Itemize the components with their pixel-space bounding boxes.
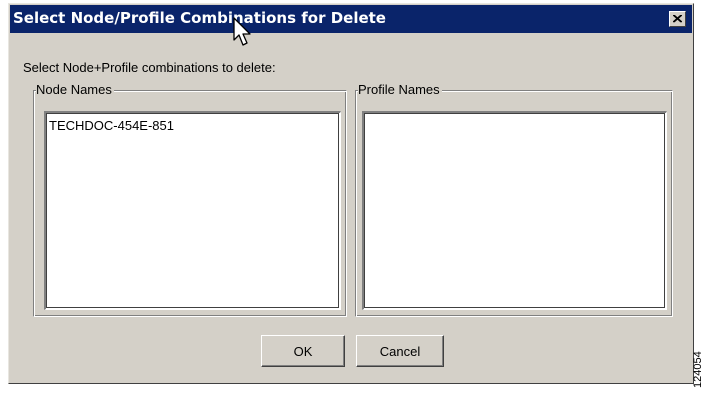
- title-bar[interactable]: Select Node/Profile Combinations for Del…: [10, 5, 692, 33]
- profile-names-group: Profile Names: [355, 82, 673, 317]
- profile-names-label: Profile Names: [358, 82, 442, 98]
- list-item[interactable]: TECHDOC-454E-851: [46, 113, 340, 133]
- select-node-profile-dialog: Select Node/Profile Combinations for Del…: [8, 3, 694, 384]
- close-icon: [673, 15, 682, 23]
- figure-code: 124054: [692, 351, 704, 388]
- node-names-list[interactable]: TECHDOC-454E-851: [44, 111, 341, 310]
- profile-names-list[interactable]: [362, 111, 667, 310]
- ok-button[interactable]: OK: [261, 335, 345, 367]
- cancel-button[interactable]: Cancel: [356, 335, 444, 367]
- instruction-text: Select Node+Profile combinations to dele…: [23, 60, 276, 75]
- dialog-title: Select Node/Profile Combinations for Del…: [13, 9, 386, 27]
- node-names-group: Node Names TECHDOC-454E-851: [33, 82, 347, 317]
- mouse-pointer-icon: [233, 17, 251, 46]
- close-button[interactable]: [669, 11, 686, 27]
- node-names-label: Node Names: [36, 82, 114, 98]
